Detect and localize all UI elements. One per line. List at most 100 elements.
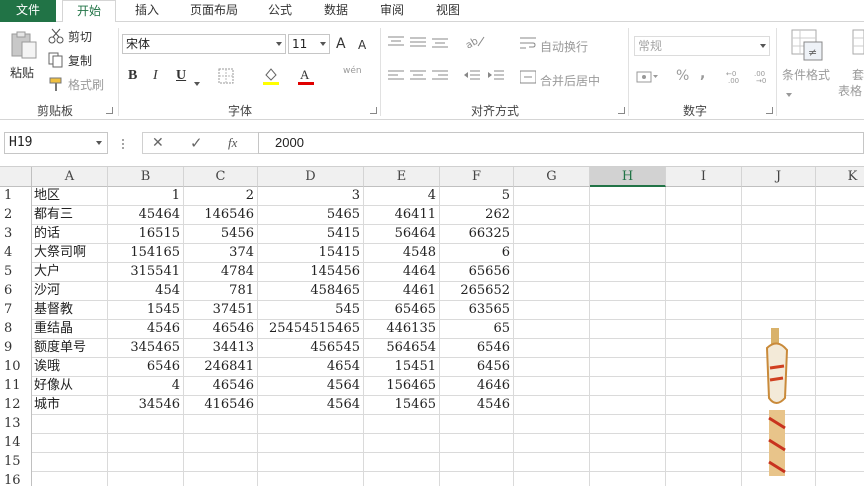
row-header-9[interactable]: 9	[0, 339, 32, 358]
cell-f6[interactable]: 265652	[440, 282, 514, 301]
cell-a8[interactable]: 重结晶	[32, 320, 108, 339]
row-header-3[interactable]: 3	[0, 225, 32, 244]
cell-b1[interactable]: 1	[108, 187, 184, 206]
cell-f1[interactable]: 5	[440, 187, 514, 206]
cell-b4[interactable]: 154165	[108, 244, 184, 263]
column-header-h[interactable]: H	[590, 167, 666, 187]
cell-c11[interactable]: 46546	[184, 377, 258, 396]
cancel-entry-button[interactable]: ✕	[152, 135, 164, 151]
align-bottom-icon[interactable]	[432, 36, 448, 51]
currency-format-icon[interactable]	[636, 70, 658, 87]
row-header-4[interactable]: 4	[0, 244, 32, 263]
comma-style-button[interactable]: ,	[700, 66, 705, 82]
cell-f4[interactable]: 6	[440, 244, 514, 263]
tab-review[interactable]: 审阅	[368, 0, 416, 22]
cell-b5[interactable]: 315541	[108, 263, 184, 282]
increase-indent-icon[interactable]	[488, 70, 504, 85]
select-all-corner[interactable]	[0, 167, 32, 187]
cell-e12[interactable]: 15465	[364, 396, 440, 415]
cell-e4[interactable]: 4548	[364, 244, 440, 263]
cell-d3[interactable]: 5415	[258, 225, 364, 244]
row-header-6[interactable]: 6	[0, 282, 32, 301]
cell-d1[interactable]: 3	[258, 187, 364, 206]
cell-a7[interactable]: 基督教	[32, 301, 108, 320]
worksheet-grid[interactable]: ABCDEFGHIJK1234567891011121314151617地区12…	[0, 166, 864, 486]
cell-e11[interactable]: 156465	[364, 377, 440, 396]
shrink-font-button[interactable]: A	[358, 38, 366, 52]
more-dots-icon[interactable]	[121, 138, 125, 153]
font-size-select[interactable]: 11	[288, 34, 330, 54]
cell-a11[interactable]: 好像从	[32, 377, 108, 396]
phonetic-guide-button[interactable]: wén	[343, 66, 362, 76]
column-header-g[interactable]: G	[514, 167, 590, 187]
orientation-icon[interactable]: ab	[464, 34, 486, 52]
cell-d7[interactable]: 545	[258, 301, 364, 320]
decrease-indent-icon[interactable]	[464, 70, 480, 85]
cell-c2[interactable]: 146546	[184, 206, 258, 225]
underline-button[interactable]: U	[176, 68, 186, 84]
row-header-1[interactable]: 1	[0, 187, 32, 206]
number-launcher-icon[interactable]	[766, 107, 773, 114]
row-header-8[interactable]: 8	[0, 320, 32, 339]
cell-b6[interactable]: 454	[108, 282, 184, 301]
cell-d11[interactable]: 4564	[258, 377, 364, 396]
decrease-decimal-icon[interactable]: .00 →0	[754, 68, 772, 87]
cell-a5[interactable]: 大户	[32, 263, 108, 282]
column-header-i[interactable]: I	[666, 167, 742, 187]
tab-file[interactable]: 文件	[0, 0, 56, 22]
formula-input[interactable]: 2000	[258, 132, 864, 154]
cell-f9[interactable]: 6546	[440, 339, 514, 358]
tab-page-layout[interactable]: 页面布局	[180, 0, 248, 22]
insert-function-button[interactable]: fx	[228, 135, 237, 151]
align-middle-icon[interactable]	[410, 36, 426, 51]
column-header-a[interactable]: A	[32, 167, 108, 187]
increase-decimal-icon[interactable]: ←0.00	[726, 68, 744, 87]
chevron-down-icon[interactable]	[194, 75, 200, 89]
column-header-c[interactable]: C	[184, 167, 258, 187]
column-header-d[interactable]: D	[258, 167, 364, 187]
cell-f7[interactable]: 63565	[440, 301, 514, 320]
cell-f10[interactable]: 6456	[440, 358, 514, 377]
merge-center-button[interactable]: 合并后居中	[540, 72, 600, 89]
column-header-f[interactable]: F	[440, 167, 514, 187]
italic-button[interactable]: I	[153, 68, 158, 84]
cell-d4[interactable]: 15415	[258, 244, 364, 263]
row-header-2[interactable]: 2	[0, 206, 32, 225]
column-header-j[interactable]: J	[742, 167, 816, 187]
column-header-e[interactable]: E	[364, 167, 440, 187]
cell-e10[interactable]: 15451	[364, 358, 440, 377]
number-format-select[interactable]: 常规	[634, 36, 770, 56]
name-box[interactable]: H19	[4, 132, 108, 154]
cell-d5[interactable]: 145456	[258, 263, 364, 282]
percent-style-button[interactable]: %	[676, 68, 689, 84]
font-launcher-icon[interactable]	[370, 107, 377, 114]
format-as-table-button[interactable]: 套	[852, 66, 864, 83]
cell-c8[interactable]: 46546	[184, 320, 258, 339]
conditional-format-button[interactable]: 条件格式	[782, 66, 830, 83]
cell-f12[interactable]: 4546	[440, 396, 514, 415]
cell-c1[interactable]: 2	[184, 187, 258, 206]
align-left-icon[interactable]	[388, 70, 404, 85]
cell-e3[interactable]: 56464	[364, 225, 440, 244]
row-header-14[interactable]: 14	[0, 434, 32, 453]
cell-f2[interactable]: 262	[440, 206, 514, 225]
cell-e8[interactable]: 446135	[364, 320, 440, 339]
align-center-icon[interactable]	[410, 70, 426, 85]
cell-a1[interactable]: 地区	[32, 187, 108, 206]
cell-e5[interactable]: 4464	[364, 263, 440, 282]
tab-view[interactable]: 视图	[424, 0, 472, 22]
cell-b3[interactable]: 16515	[108, 225, 184, 244]
align-right-icon[interactable]	[432, 70, 448, 85]
confirm-entry-button[interactable]: ✓	[190, 134, 203, 152]
cell-f3[interactable]: 66325	[440, 225, 514, 244]
cell-a3[interactable]: 的话	[32, 225, 108, 244]
cell-d12[interactable]: 4564	[258, 396, 364, 415]
cell-c9[interactable]: 34413	[184, 339, 258, 358]
alignment-launcher-icon[interactable]	[618, 107, 625, 114]
borders-icon[interactable]	[218, 68, 234, 87]
cell-b9[interactable]: 345465	[108, 339, 184, 358]
tab-data[interactable]: 数据	[312, 0, 360, 22]
cell-a2[interactable]: 都有三	[32, 206, 108, 225]
wrap-text-button[interactable]: 自动换行	[540, 38, 588, 55]
bold-button[interactable]: B	[128, 68, 137, 84]
